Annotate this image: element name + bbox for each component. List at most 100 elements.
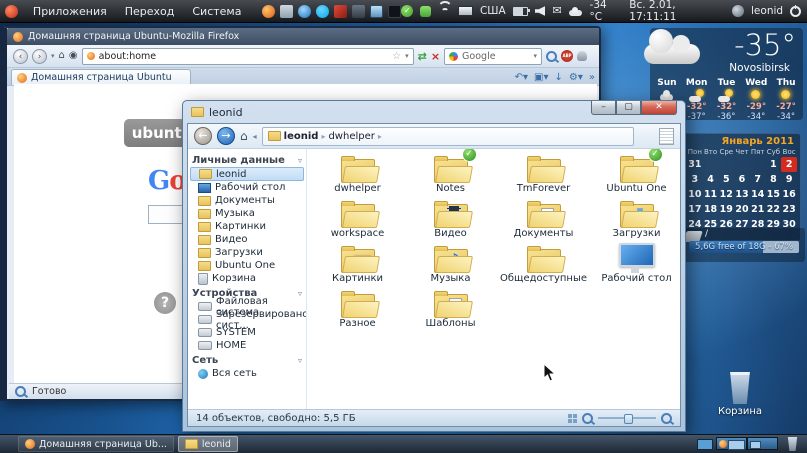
sidebar-section-header[interactable]: Личные данные▿ [190,152,304,167]
calendar-day[interactable]: 14 [750,187,766,202]
user-name[interactable]: leonid [751,5,783,17]
folder-item[interactable]: TmForever [497,153,590,198]
folder-item[interactable]: workspace [311,198,404,243]
view-grid-icon[interactable] [568,414,577,423]
panel-icon[interactable]: ▣▾ [534,72,548,83]
calendar-day[interactable]: 9 [781,172,797,187]
calendar-day[interactable]: 18 [703,202,719,217]
zoom-in-icon[interactable] [661,413,672,424]
sidebar-item[interactable]: Музыка [190,207,304,220]
web-launcher-icon[interactable] [298,5,311,18]
adblock-icon[interactable]: ABP [561,50,573,62]
firefox-titlebar[interactable]: Домашняя страница Ubuntu-Mozilla Firefox [7,28,599,45]
stop-button[interactable]: × [431,50,440,63]
search-box[interactable]: Google ▾ [444,48,542,65]
back-button[interactable]: ‹ [13,49,28,64]
help-icon[interactable]: ? [154,292,176,314]
calendar-day[interactable]: 17 [687,202,703,217]
calendar-day[interactable] [718,157,734,172]
fm-main-view[interactable]: dwhelper✓NotesTmForever✓Ubuntu One worksp… [307,149,680,409]
power-icon[interactable] [790,6,801,17]
sidebar-item[interactable]: Вся сеть [190,367,304,380]
url-text[interactable]: about:home [99,51,157,62]
workspace-1[interactable] [716,437,747,450]
crumb-scroll-icon[interactable]: ◂ [253,132,257,141]
volume-icon[interactable] [535,6,546,16]
notes-icon[interactable] [659,128,674,145]
calendar-day[interactable]: 6 [734,172,750,187]
sidebar-item[interactable]: Рабочий стол [190,181,304,194]
close-button[interactable]: ✕ [641,101,677,115]
sidebar-item[interactable]: HOME [190,339,304,352]
folder-item[interactable]: dwhelper [311,153,404,198]
mail-icon[interactable]: ✉ [552,6,561,16]
weather-tray-icon[interactable] [569,7,583,16]
calendar-day[interactable]: 19 [718,202,734,217]
calendar-day[interactable]: 3 [687,172,703,187]
extension-icon[interactable] [577,51,587,61]
wifi-icon[interactable] [438,6,451,16]
distro-logo-icon[interactable] [5,5,18,18]
ubuntuone-sync-icon[interactable]: ✓ [401,5,413,17]
breadcrumb-item[interactable]: dwhelper [328,131,374,142]
calendar-day[interactable]: 13 [734,187,750,202]
calendar-day[interactable]: 11 [703,187,719,202]
calendar-day[interactable]: 4 [703,172,719,187]
tray-temperature[interactable]: -34 °C [590,0,623,23]
fm-forward-button[interactable]: → [217,127,235,145]
show-desktop-button[interactable] [697,439,713,450]
calendar-day[interactable]: 5 [718,172,734,187]
calendar-day[interactable]: 8 [766,172,782,187]
home-button[interactable]: ⌂ [59,49,65,63]
battery-icon[interactable] [513,7,528,16]
gear-icon[interactable]: ⚙▾ [569,72,583,83]
calendar-day[interactable]: 31 [687,157,703,172]
collapse-chevron-icon[interactable]: ▿ [298,156,302,165]
folder-item[interactable]: Загрузки [590,198,680,243]
user-avatar[interactable] [732,5,744,17]
overflow-icon[interactable]: » [589,72,595,83]
taskbar-task[interactable]: leonid [178,436,238,452]
taskbar-task[interactable]: Домашняя страница Ub... [18,436,174,452]
calendar-day[interactable]: 22 [766,202,782,217]
url-bar[interactable]: about:home ☆ ▾ [82,48,414,65]
search-go-icon[interactable] [546,51,557,62]
display-launcher-icon[interactable] [370,5,383,18]
sidebar-item[interactable]: Ubuntu One [190,259,304,272]
apps-launcher-icon[interactable] [352,5,365,18]
history-dropdown-icon[interactable]: ▾ [51,52,55,60]
folder-item[interactable]: ✓Ubuntu One [590,153,680,198]
sync-arrows-icon[interactable]: ⇄ [418,50,427,63]
keyboard-layout-icon[interactable] [458,6,473,16]
calendar-day[interactable] [750,157,766,172]
folder-item[interactable]: Разное [311,288,404,333]
breadcrumb-item[interactable]: leonid [284,131,319,142]
zoom-slider[interactable] [598,417,656,419]
tools-launcher-icon[interactable] [334,5,347,18]
folder-item[interactable]: Документы [497,198,590,243]
folder-item[interactable]: Рабочий стол [590,243,680,288]
breadcrumb[interactable]: leonid▸dwhelper▸ [262,127,634,146]
messenger-icon[interactable] [420,6,431,17]
calendar-day[interactable]: 1 [766,157,782,172]
sidebar-section-header[interactable]: Сеть▿ [190,352,304,367]
browser-icon[interactable]: ◉ [69,49,78,63]
desktop-trash[interactable]: Корзина [705,372,775,417]
calendar-day[interactable]: 16 [781,187,797,202]
maximize-button[interactable]: ▢ [616,101,641,115]
forward-button[interactable]: › [32,49,47,64]
calendar-day[interactable]: 2 [781,157,797,172]
fm-back-button[interactable]: ← [194,127,212,145]
downloads-icon[interactable]: ↓ [555,72,563,83]
calendar-day[interactable]: 15 [766,187,782,202]
folder-item[interactable]: ✓Notes [404,153,497,198]
sidebar-item[interactable]: Видео [190,233,304,246]
tab-home[interactable]: Домашняя страница Ubuntu [11,69,191,85]
calendar-day[interactable]: 7 [750,172,766,187]
clock[interactable]: Вс. 2.01, 17:11:11 [629,0,725,23]
status-search-icon[interactable] [15,386,26,397]
calendar-day[interactable]: 12 [718,187,734,202]
bookmark-star-icon[interactable]: ☆ [392,51,401,62]
screen-launcher-icon[interactable] [388,5,401,18]
firefox-launcher-icon[interactable] [262,5,275,18]
